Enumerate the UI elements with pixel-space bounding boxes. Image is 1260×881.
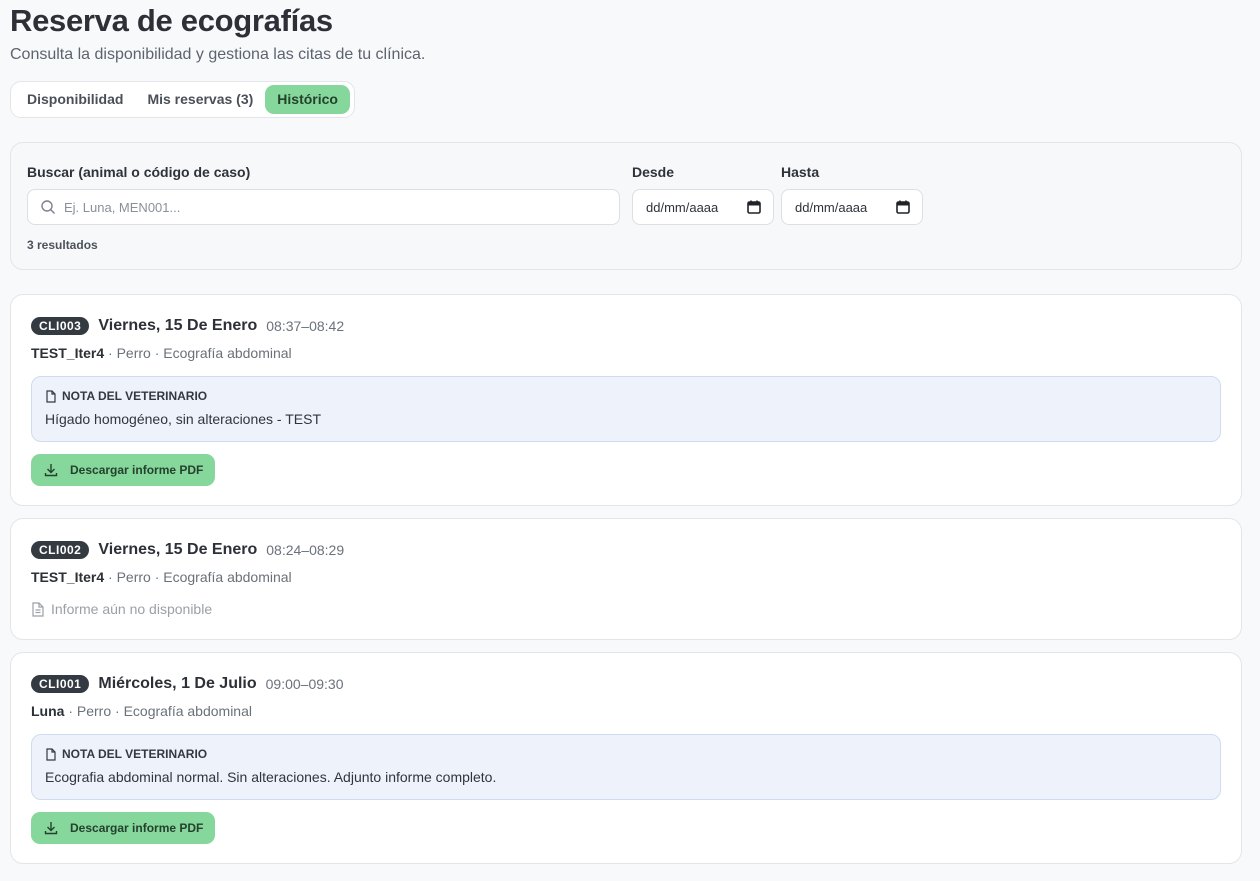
download-icon <box>44 822 58 835</box>
download-pdf-label: Descargar informe PDF <box>70 463 204 477</box>
download-icon <box>44 464 58 477</box>
tab-disponibilidad[interactable]: Disponibilidad <box>15 85 135 114</box>
download-pdf-label: Descargar informe PDF <box>70 821 204 835</box>
record-meta: TEST_Iter4 · Perro · Ecografía abdominal <box>31 345 292 361</box>
record-details: · Perro · Ecografía abdominal <box>104 345 292 361</box>
results-count: 3 resultados <box>27 238 98 252</box>
document-icon <box>46 389 56 403</box>
vet-note: NOTA DEL VETERINARIO Ecografia abdominal… <box>31 734 1221 800</box>
record-card: CLI001 Miércoles, 1 De Julio 09:00–09:30… <box>10 652 1242 864</box>
vet-note-text: Ecografia abdominal normal. Sin alteraci… <box>45 769 497 785</box>
calendar-icon[interactable] <box>896 200 910 214</box>
vet-note-heading: NOTA DEL VETERINARIO <box>45 747 207 761</box>
filter-panel: Buscar (animal o código de caso) Desde d… <box>10 142 1242 270</box>
tab-mis-reservas[interactable]: Mis reservas (3) <box>135 85 265 114</box>
record-time: 08:24–08:29 <box>266 542 345 558</box>
page: Reserva de ecografías Consulta la dispon… <box>10 0 1242 270</box>
record-details: · Perro · Ecografía abdominal <box>104 569 292 585</box>
calendar-icon[interactable] <box>747 200 761 214</box>
report-pending-status: Informe aún no disponible <box>31 601 212 617</box>
animal-name: TEST_Iter4 <box>31 569 105 585</box>
page-title: Reserva de ecografías <box>10 3 333 38</box>
vet-note-title: NOTA DEL VETERINARIO <box>62 747 208 761</box>
from-date-label: Desde <box>632 164 675 180</box>
search-label: Buscar (animal o código de caso) <box>27 164 251 180</box>
document-icon <box>46 747 56 761</box>
record-header: CLI001 Miércoles, 1 De Julio 09:00–09:30 <box>31 675 344 693</box>
vet-note-title: NOTA DEL VETERINARIO <box>62 389 208 403</box>
from-date-value: dd/mm/aaaa <box>646 199 719 215</box>
record-card: CLI003 Viernes, 15 De Enero 08:37–08:42 … <box>10 294 1242 506</box>
record-time: 08:37–08:42 <box>266 318 345 334</box>
case-code-badge: CLI003 <box>31 317 90 335</box>
record-card: CLI002 Viernes, 15 De Enero 08:24–08:29 … <box>10 518 1242 640</box>
to-date-input[interactable]: dd/mm/aaaa <box>781 189 923 225</box>
to-date-value: dd/mm/aaaa <box>795 199 868 215</box>
vet-note: NOTA DEL VETERINARIO Hígado homogéneo, s… <box>31 376 1221 442</box>
from-date-input[interactable]: dd/mm/aaaa <box>632 189 774 225</box>
download-pdf-button[interactable]: Descargar informe PDF <box>31 454 215 486</box>
case-code-badge: CLI001 <box>31 675 90 693</box>
vet-note-text: Hígado homogéneo, sin alteraciones - TES… <box>45 411 322 427</box>
search-input[interactable] <box>64 199 584 215</box>
search-icon <box>41 200 55 214</box>
animal-name: TEST_Iter4 <box>31 345 105 361</box>
animal-name: Luna <box>31 703 65 719</box>
report-pending-text: Informe aún no disponible <box>51 601 213 617</box>
record-details: · Perro · Ecografía abdominal <box>64 703 252 719</box>
vet-note-heading: NOTA DEL VETERINARIO <box>45 389 207 403</box>
to-date-label: Hasta <box>781 164 820 180</box>
record-meta: Luna · Perro · Ecografía abdominal <box>31 703 252 719</box>
document-lines-icon <box>32 601 44 617</box>
download-pdf-button[interactable]: Descargar informe PDF <box>31 812 215 844</box>
record-date: Viernes, 15 De Enero <box>98 541 258 558</box>
record-header: CLI002 Viernes, 15 De Enero 08:24–08:29 <box>31 541 344 559</box>
page-subtitle: Consulta la disponibilidad y gestiona la… <box>10 46 426 63</box>
record-header: CLI003 Viernes, 15 De Enero 08:37–08:42 <box>31 317 344 335</box>
record-date: Viernes, 15 De Enero <box>98 317 258 334</box>
tab-bar: Disponibilidad Mis reservas (3) Históric… <box>10 81 355 118</box>
case-code-badge: CLI002 <box>31 541 90 559</box>
search-field[interactable] <box>27 189 620 225</box>
record-date: Miércoles, 1 De Julio <box>98 675 257 692</box>
record-meta: TEST_Iter4 · Perro · Ecografía abdominal <box>31 569 292 585</box>
record-time: 09:00–09:30 <box>265 676 344 692</box>
tab-historico[interactable]: Histórico <box>265 85 350 114</box>
